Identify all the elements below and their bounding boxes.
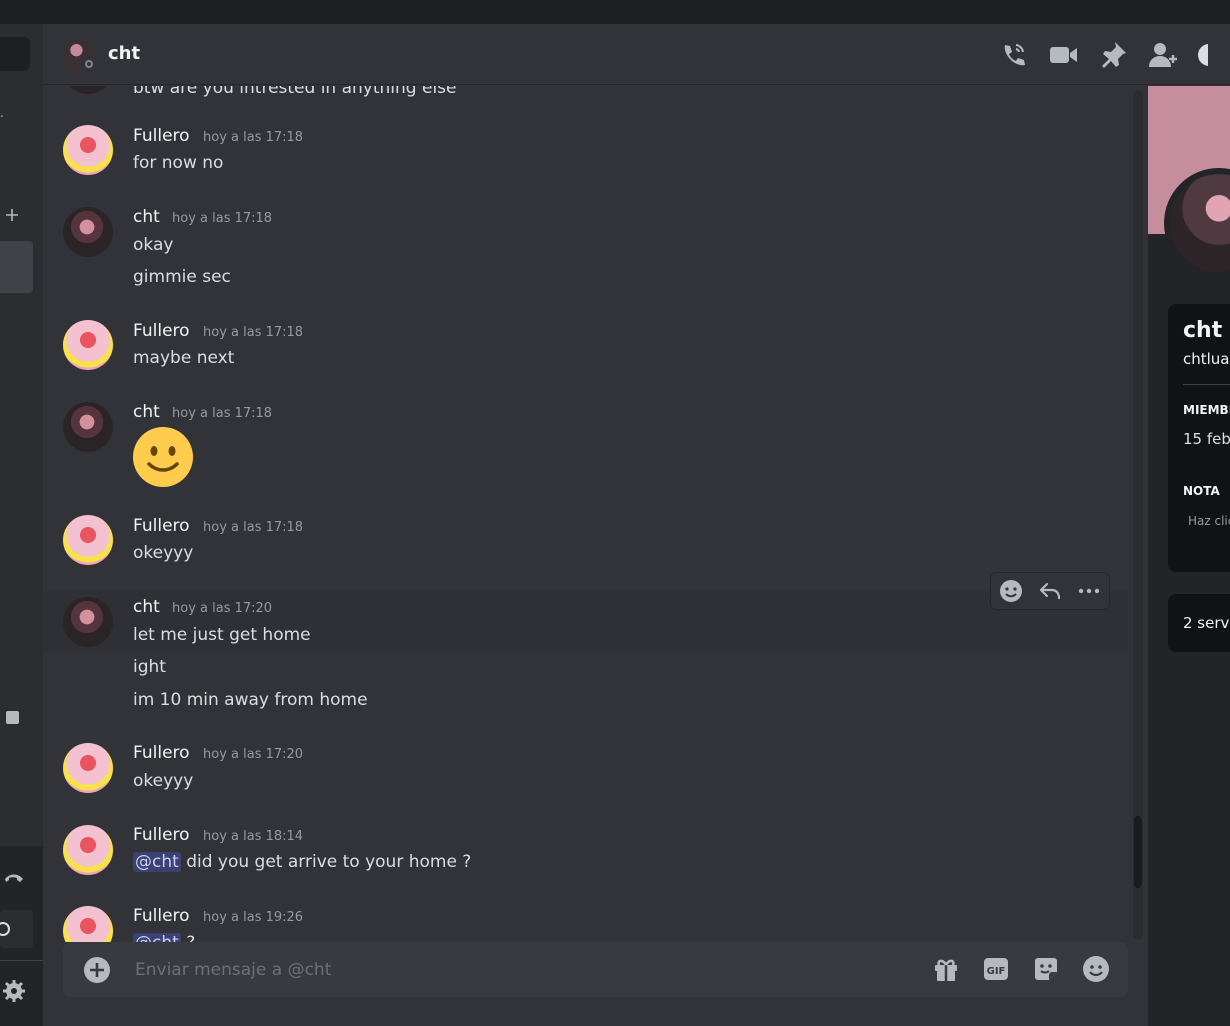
more-dot: . — [0, 106, 4, 120]
message-author[interactable]: Fullero — [133, 126, 190, 146]
message-text: okay — [133, 235, 174, 255]
dm-title[interactable]: cht — [108, 43, 140, 64]
member-since-value: 15 feb — [1183, 430, 1230, 448]
search-box[interactable] — [0, 37, 30, 71]
sticker-icon[interactable] — [1032, 955, 1060, 983]
message-author[interactable]: Fullero — [133, 906, 190, 926]
emoji-picker-icon[interactable] — [1082, 955, 1110, 983]
message-timestamp: hoy a las 19:26 — [203, 910, 304, 925]
add-friend-icon[interactable] — [1146, 38, 1180, 72]
message-author[interactable]: Fullero — [133, 825, 190, 845]
mutual-servers-label: 2 servidores — [1183, 614, 1230, 632]
message-timestamp: hoy a las 17:18 — [172, 211, 273, 226]
message-author[interactable]: Fullero — [133, 516, 190, 536]
message-author[interactable]: Fullero — [133, 321, 190, 341]
message-text: okeyyy — [133, 771, 194, 791]
channel-header: cht — [43, 24, 1230, 85]
disconnect-icon[interactable] — [3, 870, 25, 884]
divider — [1183, 384, 1230, 385]
add-dm-icon[interactable] — [5, 208, 19, 222]
more-options-icon[interactable] — [1076, 578, 1102, 604]
message-author[interactable]: cht — [133, 597, 160, 617]
avatar[interactable] — [63, 515, 113, 565]
divider — [0, 960, 43, 961]
avatar[interactable] — [63, 86, 113, 94]
window-titlebar — [0, 0, 1230, 24]
user-profile-panel: cht chtlua MIEMBRO DESDE 15 feb NOTA Haz… — [1148, 86, 1230, 1026]
voice-activity-button[interactable] — [0, 910, 33, 948]
user-profile-icon[interactable] — [1196, 38, 1230, 72]
message-text-rest: did you get arrive to your home ? — [180, 852, 472, 872]
message-text: let me just get home — [133, 625, 311, 645]
message-author[interactable]: cht — [133, 207, 160, 227]
note-input[interactable]: Haz clic — [1188, 514, 1230, 528]
profile-card: cht chtlua MIEMBRO DESDE 15 feb NOTA Haz… — [1168, 304, 1230, 572]
message-text: for now no — [133, 153, 224, 173]
pinned-messages-icon[interactable] — [1096, 38, 1130, 72]
message-timestamp: hoy a las 17:20 — [203, 747, 304, 762]
avatar[interactable] — [63, 125, 113, 175]
message-timestamp: hoy a las 17:18 — [203, 325, 304, 340]
message-text: @cht did you get arrive to your home ? — [133, 852, 471, 872]
profile-avatar-image — [1170, 174, 1230, 272]
selected-dm-item[interactable] — [0, 241, 33, 293]
gif-icon[interactable]: GIF — [982, 955, 1010, 983]
reply-icon[interactable] — [1037, 578, 1063, 604]
avatar[interactable] — [63, 906, 113, 942]
forum-icon[interactable] — [6, 711, 19, 724]
add-reaction-icon[interactable] — [998, 578, 1024, 604]
note-heading: NOTA — [1183, 484, 1220, 498]
avatar[interactable] — [63, 402, 113, 452]
video-call-icon[interactable] — [1046, 38, 1080, 72]
scrollbar-track[interactable] — [1133, 90, 1143, 940]
message-composer: GIF — [63, 942, 1128, 997]
message-text: maybe next — [133, 348, 235, 368]
mutual-servers-button[interactable]: 2 servidores — [1168, 594, 1230, 652]
user-mention[interactable]: @cht — [133, 933, 181, 942]
message-text: btw are you intrested in anything else — [133, 86, 457, 98]
message-author[interactable]: Fullero — [133, 743, 190, 763]
message-list: btw are you intrested in anything else F… — [43, 86, 1128, 942]
settings-gear-icon[interactable] — [2, 979, 26, 1003]
message-text: im 10 min away from home — [133, 690, 368, 710]
message-text: okeyyy — [133, 543, 194, 563]
message-author[interactable]: cht — [133, 402, 160, 422]
avatar[interactable] — [63, 207, 113, 257]
user-mention[interactable]: @cht — [133, 852, 181, 872]
message-text: ight — [133, 657, 166, 677]
message-timestamp: hoy a las 18:14 — [203, 829, 304, 844]
message-input[interactable] — [133, 954, 837, 986]
avatar[interactable] — [63, 743, 113, 793]
scrollbar-thumb[interactable] — [1134, 816, 1142, 888]
message-text: gimmie sec — [133, 267, 231, 287]
message-timestamp: hoy a las 17:18 — [172, 406, 273, 421]
message-text: @cht ? — [133, 933, 195, 942]
gift-icon[interactable] — [932, 955, 960, 983]
avatar[interactable] — [63, 597, 113, 647]
status-indicator-icon — [82, 57, 96, 71]
message-timestamp: hoy a las 17:18 — [203, 520, 304, 535]
voice-call-icon[interactable] — [996, 38, 1030, 72]
message-text-rest: ? — [181, 933, 195, 942]
slightly-smiling-emoji-icon — [133, 427, 193, 487]
upload-plus-icon[interactable] — [83, 956, 111, 984]
composer-toolbar: GIF — [932, 955, 1110, 983]
avatar[interactable] — [63, 825, 113, 875]
gif-label: GIF — [987, 966, 1006, 977]
channel-sidebar: . — [0, 24, 43, 1026]
message-timestamp: hoy a las 17:20 — [172, 601, 273, 616]
message-actions-toolbar — [990, 572, 1110, 610]
avatar[interactable] — [63, 320, 113, 370]
activity-icon — [0, 922, 10, 936]
header-toolbar — [996, 38, 1230, 72]
profile-username: chtlua — [1183, 350, 1230, 368]
profile-display-name: cht — [1183, 318, 1223, 343]
message-timestamp: hoy a las 17:18 — [203, 130, 304, 145]
member-since-heading: MIEMBRO DESDE — [1183, 403, 1230, 417]
